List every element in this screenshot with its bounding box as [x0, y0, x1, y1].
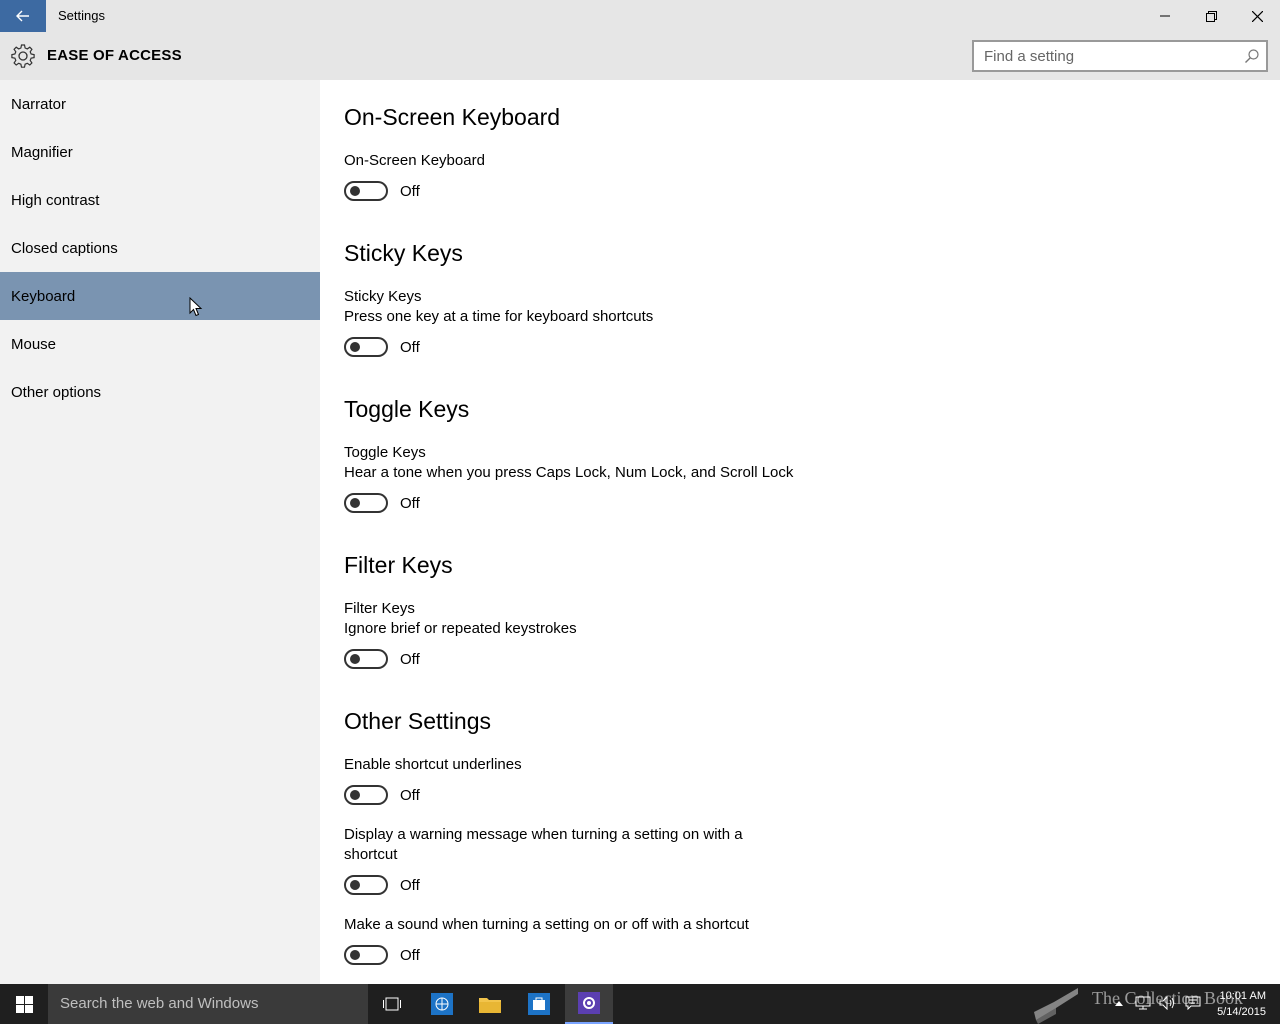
- taskbar-search-placeholder: Search the web and Windows: [60, 995, 259, 1012]
- sticky-keys-description: Press one key at a time for keyboard sho…: [344, 308, 654, 325]
- network-icon: [1135, 996, 1151, 1010]
- back-arrow-icon: [16, 10, 29, 22]
- main-content: On-Screen Keyboard On-Screen Keyboard Of…: [320, 80, 1280, 984]
- settings-gear-icon: [578, 992, 600, 1014]
- sidebar: Narrator Magnifier High contrast Closed …: [0, 80, 320, 984]
- section-title-sticky-keys: Sticky Keys: [344, 240, 463, 266]
- close-icon: [1251, 10, 1263, 22]
- toggle-keys-label: Toggle Keys: [344, 444, 426, 461]
- action-center-button[interactable]: [1184, 994, 1202, 1012]
- sidebar-item-high-contrast[interactable]: High contrast: [0, 176, 320, 224]
- notification-icon: [1185, 996, 1201, 1010]
- sidebar-item-other-options[interactable]: Other options: [0, 368, 320, 416]
- taskbar-store-button[interactable]: [515, 984, 563, 1024]
- task-view-button[interactable]: [368, 984, 416, 1024]
- taskbar-file-explorer-button[interactable]: [466, 984, 514, 1024]
- taskbar-browser-button[interactable]: [418, 984, 466, 1024]
- restore-button[interactable]: [1188, 0, 1234, 32]
- sticky-keys-label: Sticky Keys: [344, 288, 422, 305]
- windows-logo-icon: [15, 995, 33, 1013]
- on-screen-keyboard-label: On-Screen Keyboard: [344, 152, 485, 169]
- clock-date: 5/14/2015: [1217, 1006, 1266, 1018]
- globe-icon: [431, 993, 453, 1015]
- watermark-book-icon: [1034, 988, 1078, 1024]
- volume-icon: [1159, 996, 1174, 1010]
- mouse-cursor-icon: [189, 297, 203, 317]
- minimize-button[interactable]: [1142, 0, 1188, 32]
- back-button[interactable]: [0, 0, 46, 32]
- sidebar-item-narrator[interactable]: Narrator: [0, 80, 320, 128]
- toggle-state-label: Off: [400, 650, 420, 668]
- toggle-state-label: Off: [400, 182, 420, 200]
- toggle-state-label: Off: [400, 946, 420, 964]
- sidebar-item-closed-captions[interactable]: Closed captions: [0, 224, 320, 272]
- toggle-knob: [350, 498, 360, 508]
- toggle-knob: [350, 950, 360, 960]
- toggle-knob: [350, 880, 360, 890]
- page-title: EASE OF ACCESS: [47, 47, 182, 64]
- sidebar-item-magnifier[interactable]: Magnifier: [0, 128, 320, 176]
- start-button[interactable]: [0, 984, 48, 1024]
- filter-keys-description: Ignore brief or repeated keystrokes: [344, 620, 577, 637]
- toggle-keys-toggle[interactable]: [344, 493, 388, 513]
- sidebar-item-mouse[interactable]: Mouse: [0, 320, 320, 368]
- section-title-filter-keys: Filter Keys: [344, 552, 453, 578]
- toggle-knob: [350, 790, 360, 800]
- shortcut-underlines-toggle[interactable]: [344, 785, 388, 805]
- toggle-state-label: Off: [400, 338, 420, 356]
- restore-icon: [1205, 10, 1217, 22]
- toggle-knob: [350, 654, 360, 664]
- search-icon[interactable]: [1244, 48, 1260, 64]
- clock-time: 10:01 AM: [1219, 990, 1266, 1002]
- on-screen-keyboard-toggle[interactable]: [344, 181, 388, 201]
- filter-keys-label: Filter Keys: [344, 600, 415, 617]
- toggle-knob: [350, 186, 360, 196]
- section-title-on-screen-keyboard: On-Screen Keyboard: [344, 104, 561, 130]
- taskbar-settings-button[interactable]: [565, 984, 613, 1024]
- shortcut-underlines-label: Enable shortcut underlines: [344, 756, 522, 773]
- show-hidden-icons-button[interactable]: [1110, 994, 1128, 1012]
- volume-button[interactable]: [1158, 994, 1176, 1012]
- store-bag-icon: [528, 993, 550, 1015]
- window-title: Settings: [58, 8, 105, 23]
- filter-keys-toggle[interactable]: [344, 649, 388, 669]
- warning-message-toggle[interactable]: [344, 875, 388, 895]
- network-button[interactable]: [1134, 994, 1152, 1012]
- section-title-other-settings: Other Settings: [344, 708, 492, 734]
- search-box[interactable]: [972, 40, 1268, 72]
- section-title-toggle-keys: Toggle Keys: [344, 396, 470, 422]
- page-header: EASE OF ACCESS: [0, 32, 1280, 80]
- taskbar: Search the web and Windows The Collectio…: [0, 984, 1280, 1024]
- clock[interactable]: 10:01 AM 5/14/2015: [1217, 988, 1266, 1020]
- search-input[interactable]: [974, 42, 1224, 70]
- toggle-state-label: Off: [400, 786, 420, 804]
- task-view-icon: [383, 997, 401, 1011]
- toggle-knob: [350, 342, 360, 352]
- sidebar-item-keyboard[interactable]: Keyboard: [0, 272, 320, 320]
- folder-icon: [479, 998, 501, 1013]
- toggle-state-label: Off: [400, 494, 420, 512]
- close-button[interactable]: [1234, 0, 1280, 32]
- gear-icon: [11, 44, 35, 68]
- warning-message-label-continued: shortcut: [344, 846, 398, 863]
- chevron-up-icon: [1115, 1001, 1123, 1006]
- shortcut-sound-label: Make a sound when turning a setting on o…: [344, 916, 749, 933]
- toggle-state-label: Off: [400, 876, 420, 894]
- warning-message-label: Display a warning message when turning a…: [344, 826, 743, 843]
- minimize-icon: [1160, 15, 1170, 17]
- shortcut-sound-toggle[interactable]: [344, 945, 388, 965]
- title-bar: Settings: [0, 0, 1280, 32]
- sticky-keys-toggle[interactable]: [344, 337, 388, 357]
- toggle-keys-description: Hear a tone when you press Caps Lock, Nu…: [344, 464, 794, 481]
- taskbar-search-box[interactable]: Search the web and Windows: [48, 984, 368, 1024]
